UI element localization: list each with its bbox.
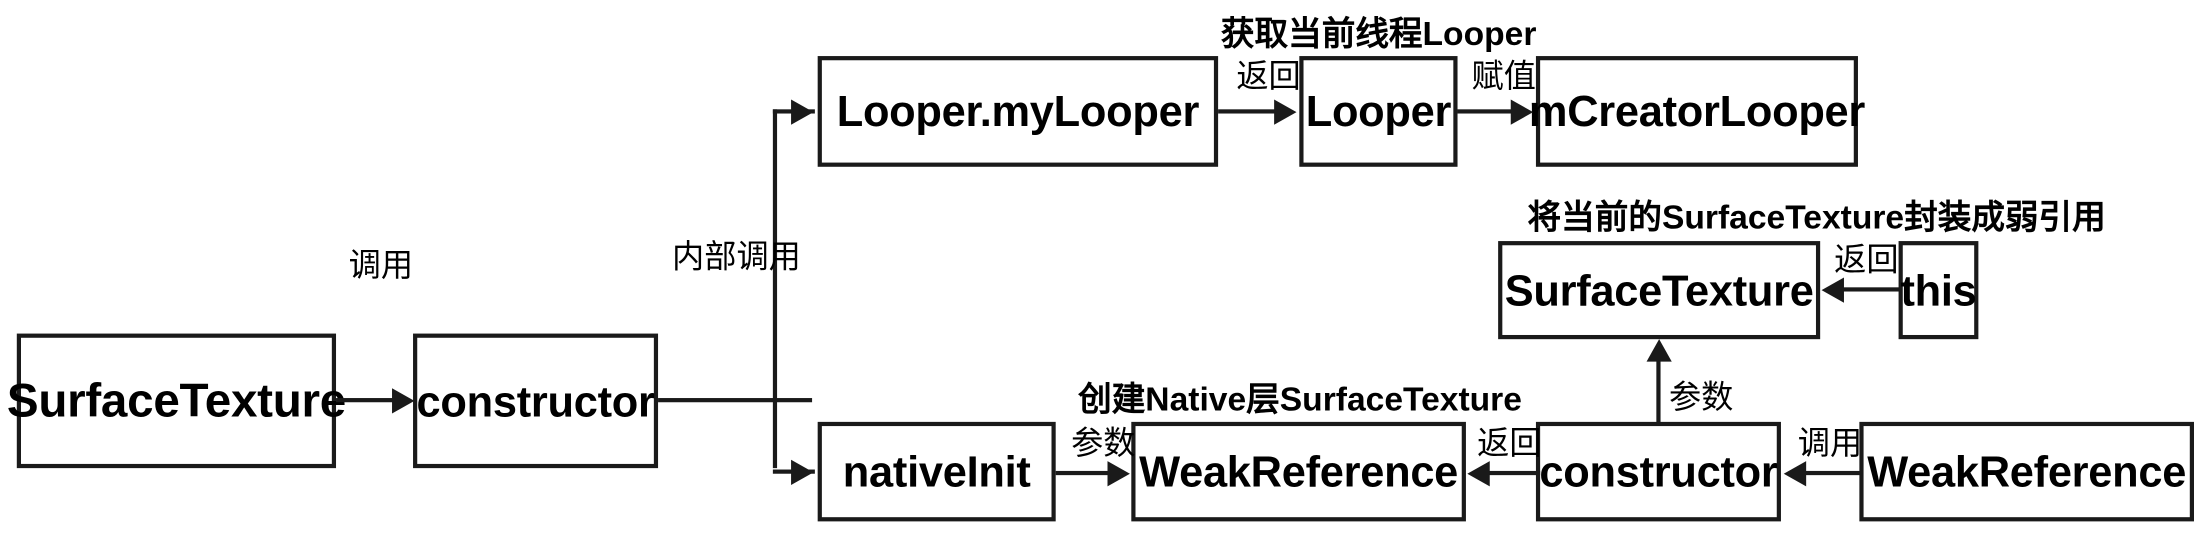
edge-label-return-2: 返回 (1834, 241, 1899, 278)
arrowhead-left (1783, 461, 1807, 487)
edge-label-create-native-surfacetexture: 创建Native层SurfaceTexture (1078, 381, 1522, 420)
node-constructor-bottom[interactable]: constructor (1535, 421, 1781, 522)
arrowhead-left (1467, 461, 1490, 487)
arrowhead-right (392, 388, 415, 414)
edge-label-get-current-thread-looper: 获取当前线程Looper (1220, 15, 1537, 54)
node-label: mCreatorLooper (1528, 86, 1866, 136)
node-label: Looper (1305, 86, 1452, 136)
node-this[interactable]: this (1898, 241, 1979, 340)
edge-label-return-1: 返回 (1236, 57, 1301, 94)
node-label: SurfaceTexture (6, 374, 347, 428)
node-label: WeakReference (1867, 447, 2187, 497)
edge-label-internal-call: 内部调用 (672, 238, 801, 275)
edge-nativeinit-to-weakreference (1055, 470, 1115, 476)
node-label: Looper.myLooper (836, 86, 1200, 136)
node-label: SurfaceTexture (1504, 265, 1814, 315)
edge-looper-mylooper-to-looper (1218, 109, 1277, 114)
node-label: WeakReference (1139, 447, 1459, 497)
diagram-canvas: SurfaceTexture constructor Looper.myLoop… (0, 0, 2194, 534)
edge-branch-vertical (772, 109, 778, 469)
edge-constructor-to-surfacetexture-vertical (1656, 358, 1661, 425)
edge-label-param-2: 参数 (1668, 378, 1734, 415)
arrowhead-right (1510, 99, 1534, 125)
edge-label-param-1: 参数 (1071, 424, 1136, 462)
edge-label-assign: 赋值 (1471, 57, 1536, 94)
arrowhead-right (791, 99, 814, 125)
node-label: constructor (416, 376, 655, 426)
node-looper[interactable]: Looper (1299, 56, 1458, 167)
node-label: constructor (1539, 447, 1778, 497)
edge-label-call-1: 调用 (348, 246, 414, 284)
node-constructor-left[interactable]: constructor (413, 333, 659, 469)
node-surfacetexture-right[interactable]: SurfaceTexture (1498, 241, 1821, 340)
edge-label-return-3: 返回 (1477, 424, 1542, 462)
node-weakreference-right[interactable]: WeakReference (1859, 421, 2194, 522)
node-looper-mylooper[interactable]: Looper.myLooper (817, 56, 1219, 167)
edge-constructor-to-branch (658, 398, 813, 403)
edge-label-call-2: 调用 (1797, 424, 1863, 462)
edge-this-to-surfacetexture (1841, 287, 1900, 292)
edge-weakreference-right-to-constructor (1803, 470, 1863, 476)
arrowhead-right (791, 459, 814, 485)
edge-label-wrap-weak-reference: 将当前的SurfaceTexture封装成弱引用 (1527, 199, 2106, 237)
arrowhead-left (1821, 277, 1844, 303)
node-label: this (1900, 265, 1977, 315)
arrowhead-right (1274, 99, 1297, 125)
node-nativeinit[interactable]: nativeInit (817, 421, 1056, 522)
arrowhead-up (1646, 339, 1672, 362)
arrowhead-right (1107, 461, 1130, 487)
node-surfacetexture-left[interactable]: SurfaceTexture (7, 333, 346, 469)
node-weakreference-mid[interactable]: WeakReference (1131, 421, 1466, 522)
edge-looper-to-mcreatorlooper (1457, 109, 1517, 114)
node-label: nativeInit (842, 447, 1031, 497)
edge-constructor-bottom-to-weakreference (1486, 470, 1541, 476)
edge-surfacetexture-to-constructor (336, 398, 397, 403)
node-mcreatorlooper[interactable]: mCreatorLooper (1529, 56, 1865, 167)
